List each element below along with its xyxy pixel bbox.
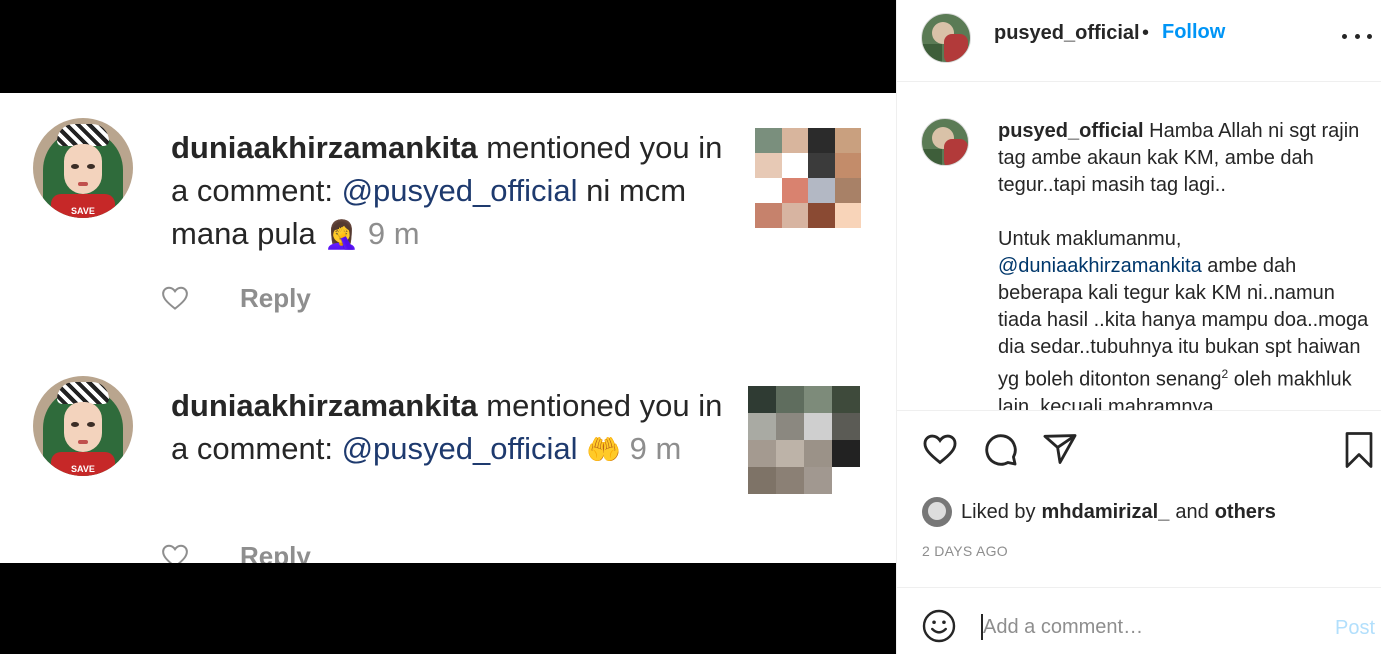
heart-icon[interactable] <box>921 430 959 468</box>
liker-avatar[interactable] <box>922 497 952 527</box>
reply-button[interactable]: Reply <box>240 541 311 564</box>
comment-icon[interactable] <box>981 430 1019 468</box>
post-thumbnail <box>748 386 860 494</box>
timestamp: 9 m <box>621 431 682 466</box>
post-timestamp[interactable]: 2 DAYS AGO <box>922 543 1008 559</box>
separator-dot: • <box>1142 22 1150 44</box>
avatar: SAVE <box>33 376 133 476</box>
post-action-bar <box>897 430 1381 474</box>
more-options-icon[interactable] <box>1342 24 1372 48</box>
heart-icon[interactable] <box>160 541 190 563</box>
paper-plane-icon[interactable] <box>1041 430 1079 468</box>
reply-button[interactable]: Reply <box>240 283 311 314</box>
post-media[interactable]: SAVE duniaakhirzamankita mentioned you i… <box>0 0 896 654</box>
post-thumbnail <box>755 128 861 228</box>
notification-username: duniaakhirzamankita <box>171 388 478 423</box>
post-sidebar: pusyed_official • Follow pusyed_official… <box>896 0 1381 654</box>
comment-input[interactable] <box>983 610 1313 644</box>
instagram-post-view: SAVE duniaakhirzamankita mentioned you i… <box>0 0 1381 654</box>
mention-link: @pusyed_official <box>341 431 578 466</box>
follow-button[interactable]: Follow <box>1162 21 1225 44</box>
notification-item: SAVE duniaakhirzamankita mentioned you i… <box>0 376 896 563</box>
author-username[interactable]: pusyed_official <box>994 22 1140 45</box>
notification-text: duniaakhirzamankita mentioned you in a c… <box>171 388 723 466</box>
notification-actions: Reply <box>160 278 311 318</box>
caption-username[interactable]: pusyed_official <box>998 120 1144 142</box>
post-comment-button[interactable]: Post <box>1335 617 1375 640</box>
notification-item: SAVE duniaakhirzamankita mentioned you i… <box>0 118 896 338</box>
emoji: 🤲 <box>586 433 622 466</box>
liker-username[interactable]: mhdamirizal_ <box>1042 501 1170 524</box>
post-header: pusyed_official • Follow <box>897 0 1381 82</box>
caption-scroll-area[interactable]: pusyed_official Hamba Allah ni sgt rajin… <box>897 83 1381 411</box>
mention-link: @pusyed_official <box>341 173 578 208</box>
timestamp: 9 m <box>359 216 420 251</box>
author-avatar[interactable] <box>921 13 971 63</box>
likes-summary: Liked by mhdamirizal_ and others <box>922 497 1276 527</box>
emoji: 🤦‍♀️ <box>324 218 360 251</box>
notification-actions: Reply <box>160 536 311 563</box>
bookmark-icon[interactable] <box>1341 430 1377 470</box>
comment-bar: Post <box>897 587 1381 654</box>
caption-avatar[interactable] <box>921 118 969 166</box>
likes-others-link[interactable]: others <box>1215 501 1276 524</box>
smiley-icon[interactable] <box>921 608 957 644</box>
notification-username: duniaakhirzamankita <box>171 130 478 165</box>
caption-mention-link[interactable]: @duniaakhirzamankita <box>998 255 1202 277</box>
heart-icon[interactable] <box>160 283 190 313</box>
avatar: SAVE <box>33 118 133 218</box>
notification-screenshot: SAVE duniaakhirzamankita mentioned you i… <box>0 93 896 563</box>
post-caption: pusyed_official Hamba Allah ni sgt rajin… <box>998 120 1369 411</box>
notification-text: duniaakhirzamankita mentioned you in a c… <box>171 130 723 251</box>
